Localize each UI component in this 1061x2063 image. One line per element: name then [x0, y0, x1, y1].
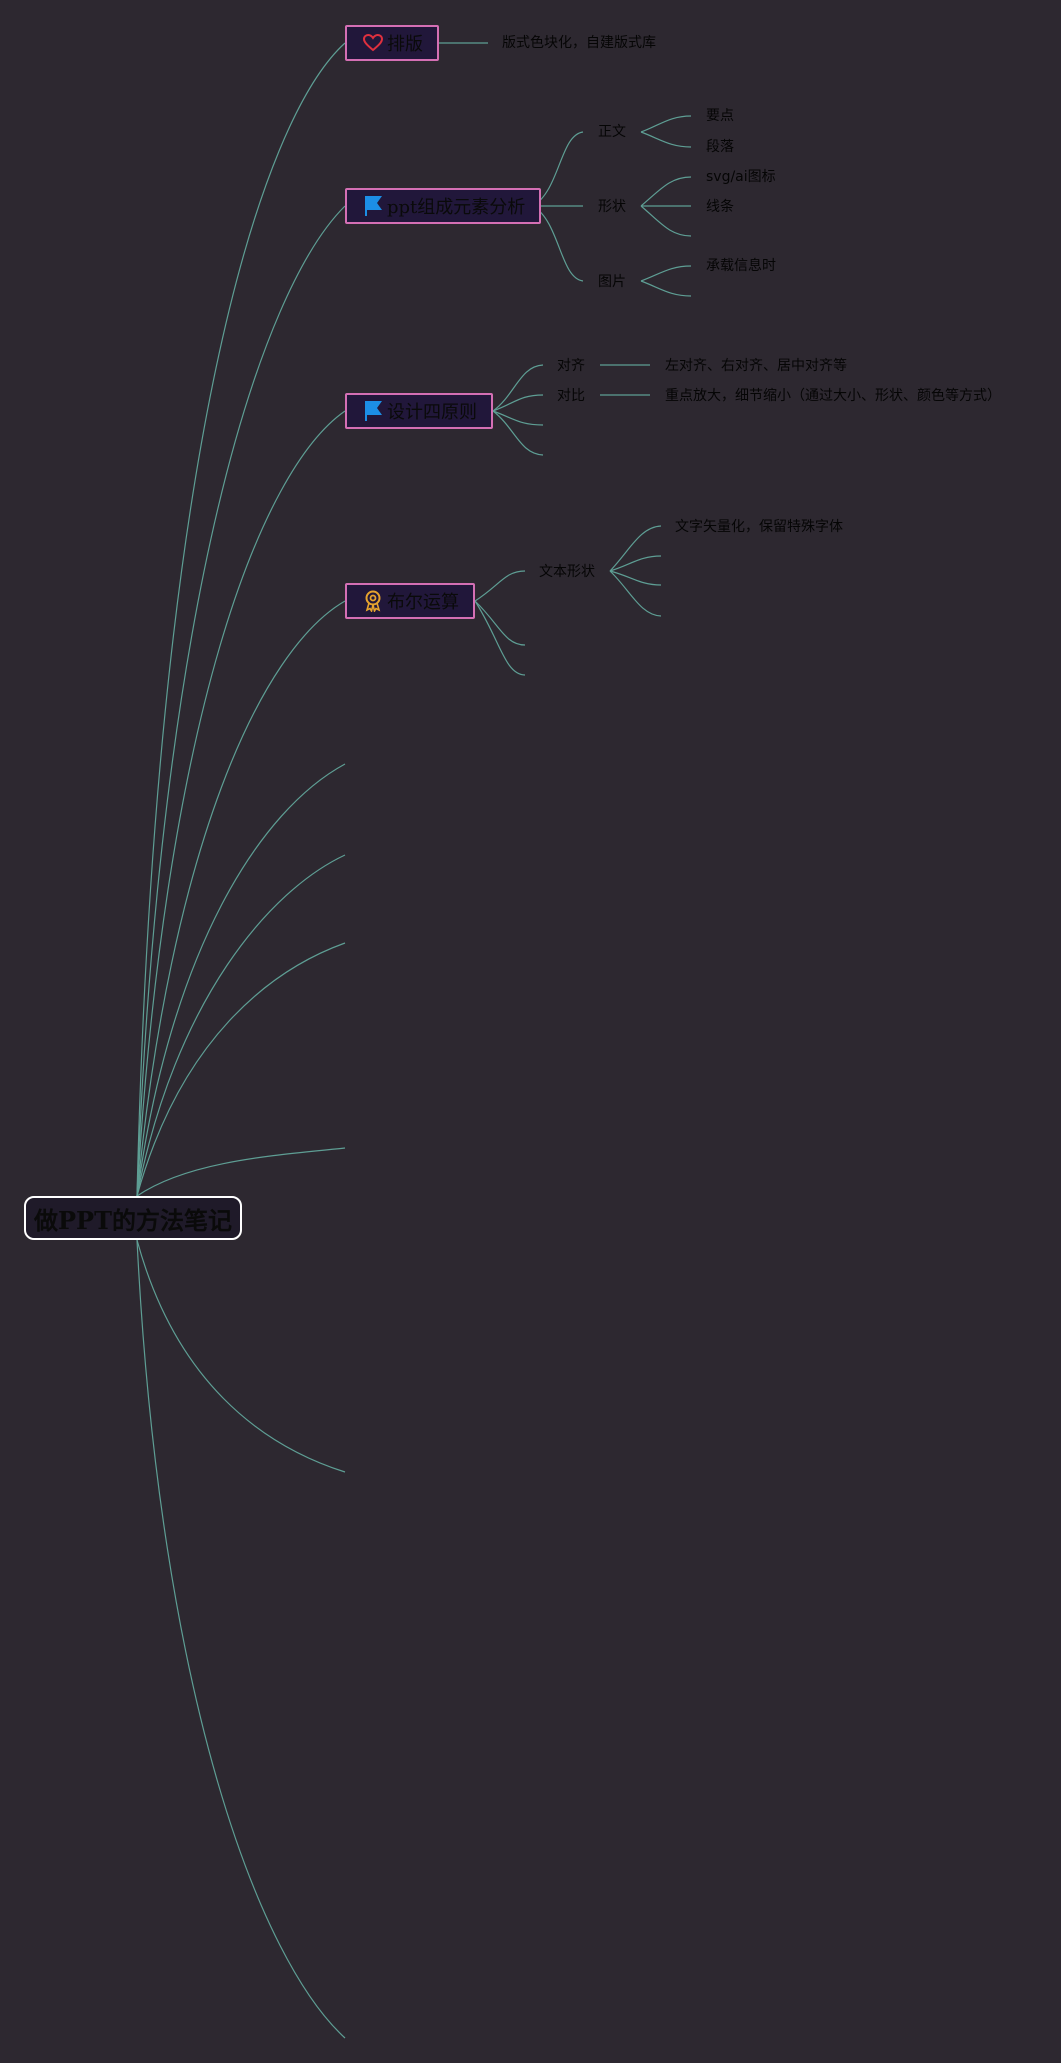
edge-body-1 — [640, 115, 692, 133]
edge-boolean-2 — [474, 600, 526, 646]
edge-shape-1 — [640, 176, 692, 207]
edge-principles-align — [492, 364, 544, 412]
principles-contrast-label[interactable]: 对比 — [557, 386, 585, 406]
body-child-2[interactable]: 段落 — [706, 137, 734, 157]
branch-layout-node[interactable]: 排版 — [345, 25, 439, 61]
elements-shape-label[interactable]: 形状 — [598, 197, 626, 217]
edge-textshape-3 — [609, 570, 662, 586]
branch-principles-title: 设计四原则 — [387, 402, 477, 423]
heart-icon — [363, 34, 383, 52]
edge-textshape-1 — [609, 525, 662, 572]
branch-principles-node[interactable]: 设计四原则 — [345, 393, 493, 429]
image-child-1[interactable]: 承载信息时 — [706, 256, 776, 276]
award-badge-icon — [363, 590, 383, 612]
edge-principles-contrast — [492, 394, 544, 412]
blue-flag-icon — [363, 400, 383, 422]
shape-child-2[interactable]: 线条 — [706, 197, 734, 217]
edge-root-boolean — [136, 600, 346, 1197]
principles-align-label[interactable]: 对齐 — [557, 356, 585, 376]
branch-boolean-title: 布尔运算 — [387, 592, 459, 613]
edge-root-empty-5 — [136, 1239, 346, 1473]
edge-image-2 — [640, 280, 692, 297]
body-child-1[interactable]: 要点 — [706, 106, 734, 126]
edge-root-empty-6 — [136, 1239, 346, 2039]
edge-boolean-textshape — [474, 570, 526, 602]
root-title: 做PPT的方法笔记 — [34, 1205, 232, 1235]
edge-shape-3 — [640, 205, 692, 237]
boolean-textshape-label[interactable]: 文本形状 — [539, 562, 595, 582]
edge-root-empty-4 — [136, 1147, 346, 1197]
edge-textshape-2 — [609, 555, 662, 572]
edge-boolean-3 — [474, 600, 526, 676]
edge-root-principles — [136, 410, 346, 1197]
branch-elements-node[interactable]: ppt组成元素分析 — [345, 188, 542, 224]
elements-body-label[interactable]: 正文 — [598, 122, 626, 142]
branch-boolean-node[interactable]: 布尔运算 — [345, 583, 475, 619]
edge-body-2 — [640, 131, 692, 148]
layout-note[interactable]: 版式色块化，自建版式库 — [502, 33, 656, 53]
edge-image-1 — [640, 265, 692, 282]
edge-root-layout — [136, 42, 346, 1197]
blue-flag-icon — [363, 195, 383, 217]
edge-principles-4 — [492, 410, 544, 456]
branch-layout-title: 排版 — [387, 34, 423, 55]
edge-textshape-4 — [609, 570, 662, 617]
contrast-note[interactable]: 重点放大，细节缩小（通过大小、形状、颜色等方式） — [665, 386, 1001, 406]
elements-image-label[interactable]: 图片 — [598, 272, 626, 292]
shape-child-1[interactable]: svg/ai图标 — [706, 167, 776, 187]
edge-root-elements — [136, 205, 346, 1197]
root-node[interactable]: 做PPT的方法笔记 — [24, 1196, 242, 1240]
textshape-child-1[interactable]: 文字矢量化，保留特殊字体 — [675, 517, 843, 537]
edge-root-empty-2 — [136, 854, 346, 1197]
mind-map-canvas: 做PPT的方法笔记 排版 版式色块化，自建版式库 ppt组成元素分析 正文 要点… — [0, 0, 1061, 2063]
branch-elements-title: ppt组成元素分析 — [387, 197, 526, 218]
align-note[interactable]: 左对齐、右对齐、居中对齐等 — [665, 356, 847, 376]
connector-lines — [136, 42, 692, 2039]
